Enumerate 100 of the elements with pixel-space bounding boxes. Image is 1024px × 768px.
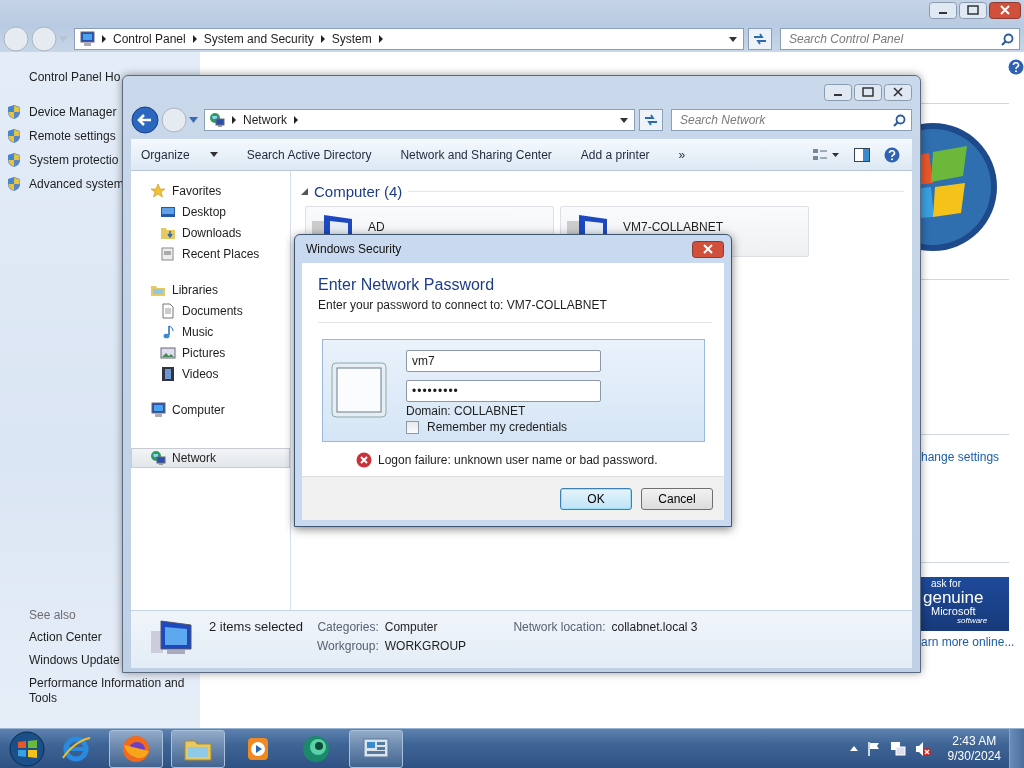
collapse-icon[interactable] — [301, 188, 308, 195]
nav-item[interactable]: Libraries — [131, 282, 290, 298]
username-field[interactable]: vm7 — [406, 350, 601, 372]
section-heading: See also — [29, 608, 76, 622]
command-button[interactable]: Search Active Directory — [246, 147, 372, 162]
search-icon — [1001, 32, 1014, 46]
refresh-button[interactable] — [639, 109, 663, 131]
chevron-icon — [293, 116, 299, 124]
document-icon — [160, 303, 176, 319]
search-field[interactable]: Search Network — [671, 109, 912, 131]
preview-pane-icon[interactable] — [854, 147, 870, 162]
password-field[interactable]: ••••••••• — [406, 380, 601, 402]
breadcrumb-link[interactable]: System and Security — [203, 32, 314, 46]
chevron-icon — [319, 35, 326, 43]
network-icon — [150, 450, 166, 466]
nav-item[interactable]: Recent Places — [131, 246, 290, 262]
nav-item[interactable]: Music — [131, 324, 290, 340]
sidebar-link[interactable]: Action Center — [29, 630, 102, 645]
sidebar-link[interactable]: Windows Update — [29, 653, 120, 668]
cancel-button[interactable]: Cancel — [641, 487, 713, 510]
clock[interactable]: 2:43 AM 9/30/2024 — [947, 733, 1001, 764]
shield-icon — [6, 104, 22, 120]
checkbox[interactable] — [406, 420, 419, 434]
caret-up-icon[interactable] — [849, 746, 858, 751]
field-label: Network location: — [513, 620, 606, 636]
checkbox-label[interactable]: Remember my credentials — [427, 420, 568, 434]
nav-item[interactable]: Desktop — [131, 204, 290, 220]
monitor-icon — [160, 204, 176, 220]
command-button[interactable]: » — [678, 147, 686, 162]
command-button[interactable]: Organize — [141, 147, 218, 162]
dialog-message: Enter your password to connect to: VM7-COLLABNET — [318, 298, 608, 312]
chevron-icon — [377, 35, 384, 43]
shield-icon — [6, 176, 22, 192]
computer-icon — [149, 617, 195, 657]
recent-places-icon — [160, 246, 176, 262]
help-icon[interactable] — [884, 146, 900, 163]
maximize-button[interactable] — [959, 2, 987, 19]
nav-item[interactable]: Network — [131, 448, 290, 468]
nav-item[interactable]: Favorites — [131, 183, 290, 199]
dialog-heading: Enter Network Password — [318, 276, 496, 294]
search-icon — [893, 113, 906, 127]
history-dropdown-icon[interactable] — [189, 117, 198, 123]
search-field[interactable]: Search Control Panel — [780, 28, 1020, 50]
breadcrumb-link[interactable]: Control Panel — [113, 32, 186, 46]
caret-icon — [729, 36, 737, 42]
error-message: Logon failure: unknown user name or bad password. — [378, 453, 658, 467]
user-tile-icon — [330, 361, 388, 419]
computer-icon — [79, 31, 95, 47]
group-heading[interactable]: Computer (4) — [314, 183, 403, 200]
star-icon — [150, 183, 166, 199]
chevron-icon — [191, 35, 198, 43]
field-value: collabnet.local 3 — [611, 620, 698, 636]
flag-icon[interactable] — [866, 741, 881, 756]
maximize-button[interactable] — [854, 84, 882, 101]
caret-icon — [620, 117, 628, 123]
taskbar-button[interactable] — [349, 729, 403, 768]
speaker-muted-icon[interactable] — [914, 740, 931, 757]
shield-icon — [6, 128, 22, 144]
nav-item[interactable]: Computer — [131, 402, 290, 418]
nav-item[interactable]: Videos — [131, 366, 290, 382]
network-status-icon[interactable] — [889, 740, 906, 757]
back-button[interactable] — [131, 106, 159, 134]
start-button[interactable] — [7, 729, 47, 768]
error-icon — [356, 452, 372, 468]
nav-item[interactable]: Documents — [131, 303, 290, 319]
change-settings-link[interactable]: hange settings — [921, 450, 1000, 464]
taskbar-button[interactable] — [109, 729, 163, 768]
image-icon — [160, 345, 176, 361]
field-label: Workgroup: — [316, 639, 379, 655]
nav-item[interactable]: Downloads — [131, 225, 290, 241]
refresh-button[interactable] — [748, 28, 772, 50]
address-bar[interactable]: Network — [204, 109, 635, 131]
breadcrumb-link[interactable]: Network — [243, 113, 287, 127]
ok-button[interactable]: OK — [560, 487, 632, 510]
sidebar-link[interactable]: Control Panel Ho — [0, 70, 121, 84]
close-button[interactable] — [884, 84, 912, 101]
task-link[interactable]: System protectio — [29, 153, 119, 167]
film-icon — [160, 366, 176, 382]
genuine-badge[interactable]: ask for genuine Microsoft software — [921, 577, 1009, 631]
field-value: WORKGROUP — [384, 639, 468, 655]
address-bar[interactable]: Control Panel System and Security System — [74, 28, 744, 50]
command-button[interactable]: Add a printer — [580, 147, 650, 162]
close-button[interactable] — [692, 240, 724, 258]
shield-icon — [6, 152, 22, 168]
chevron-icon — [231, 116, 237, 124]
folder-icon — [160, 225, 176, 241]
help-icon[interactable] — [1008, 59, 1024, 75]
nav-item[interactable]: Pictures — [131, 345, 290, 361]
learn-more-link[interactable]: arn more online... — [921, 635, 1015, 649]
minimize-button[interactable] — [929, 2, 957, 19]
view-options-icon[interactable] — [812, 147, 840, 162]
command-button[interactable]: Network and Sharing Center — [400, 147, 552, 162]
task-link[interactable]: Device Manager — [29, 105, 117, 119]
sidebar-link[interactable]: Performance Information and Tools — [29, 676, 200, 706]
close-button[interactable] — [989, 2, 1021, 19]
dialog-title: Windows Security — [306, 242, 402, 256]
breadcrumb-link[interactable]: System — [331, 32, 372, 46]
taskbar-button[interactable] — [171, 729, 225, 768]
task-link[interactable]: Remote settings — [29, 129, 116, 143]
minimize-button[interactable] — [824, 84, 852, 101]
